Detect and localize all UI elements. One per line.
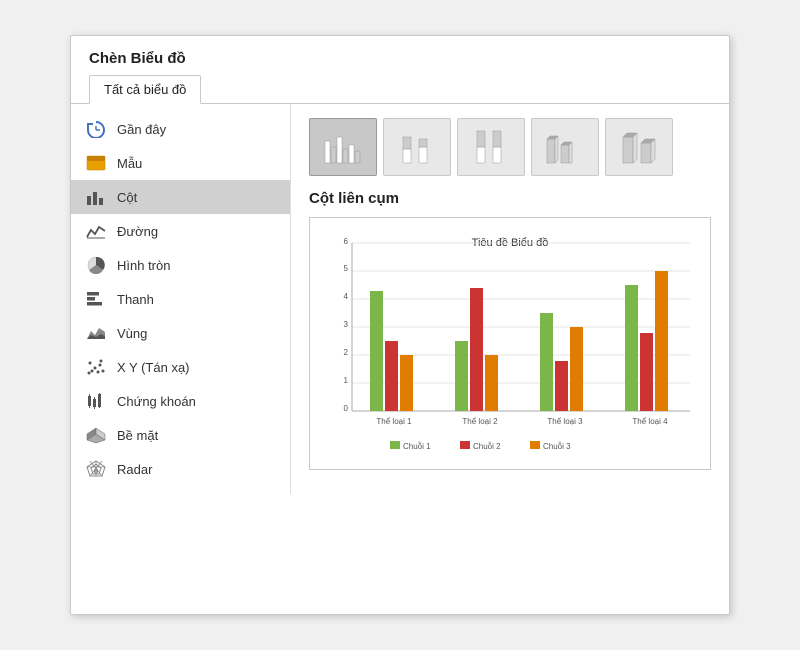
sidebar-item-radar[interactable]: Radar (71, 452, 290, 486)
sidebar-item-pie[interactable]: Hình tròn (71, 248, 290, 282)
svg-text:0: 0 (344, 404, 349, 413)
svg-text:Thể loại 1: Thể loại 1 (376, 417, 412, 426)
chart-preview: Tiêu đề Biểu đồ 0 1 2 3 4 5 6 (309, 217, 711, 470)
sidebar-item-line[interactable]: Đường (71, 214, 290, 248)
sidebar-label-stock: Chứng khoán (117, 394, 196, 409)
sidebar-label-recent: Gần đây (117, 122, 166, 137)
subtype-clustered-column[interactable] (309, 118, 377, 176)
svg-text:Thể loại 4: Thể loại 4 (632, 417, 668, 426)
area-icon (85, 323, 107, 343)
chart-type-sidebar: Gần đây Mẫu (71, 104, 291, 494)
subtype-3d-stacked-column[interactable] (605, 118, 673, 176)
bar (655, 271, 668, 411)
surface-icon (85, 425, 107, 445)
subtype-100-stacked-column[interactable] (457, 118, 525, 176)
bar (540, 313, 553, 411)
sidebar-label-line: Đường (117, 224, 158, 239)
sidebar-label-pie: Hình tròn (117, 258, 170, 273)
bar (400, 355, 413, 411)
chart-type-label: Cột liên cụm (309, 190, 711, 207)
svg-text:Thể loại 2: Thể loại 2 (462, 417, 498, 426)
svg-text:3: 3 (344, 320, 349, 329)
sidebar-item-recent[interactable]: Gần đây (71, 112, 290, 146)
svg-text:Thể loại 3: Thể loại 3 (547, 417, 583, 426)
bar (470, 288, 483, 411)
bar (370, 291, 383, 411)
tab-bar: Tất cả biểu đồ (71, 75, 729, 104)
svg-text:4: 4 (344, 292, 349, 301)
radar-icon (85, 459, 107, 479)
sidebar-item-scatter[interactable]: X Y (Tán xạ) (71, 350, 290, 384)
sidebar-item-surface[interactable]: Bề mặt (71, 418, 290, 452)
sidebar-label-column: Cột (117, 190, 137, 205)
svg-text:5: 5 (344, 264, 349, 273)
bar (640, 333, 653, 411)
scatter-icon (85, 357, 107, 377)
sidebar-item-stock[interactable]: Chứng khoán (71, 384, 290, 418)
template-icon (85, 153, 107, 173)
svg-text:Chuỗi 3: Chuỗi 3 (543, 442, 571, 451)
bar (570, 327, 583, 411)
dialog-body: Gần đây Mẫu (71, 104, 729, 494)
chart-svg: Tiêu đề Biểu đồ 0 1 2 3 4 5 6 (320, 226, 700, 456)
pie-icon (85, 255, 107, 275)
sidebar-item-template[interactable]: Mẫu (71, 146, 290, 180)
bar (555, 361, 568, 411)
tab-all-charts[interactable]: Tất cả biểu đồ (89, 75, 201, 104)
column-icon (85, 187, 107, 207)
svg-text:Chuỗi 2: Chuỗi 2 (473, 442, 501, 451)
svg-text:1: 1 (344, 376, 349, 385)
bar-icon (85, 289, 107, 309)
bar (485, 355, 498, 411)
bar (625, 285, 638, 411)
stock-icon (85, 391, 107, 411)
sidebar-item-area[interactable]: Vùng (71, 316, 290, 350)
insert-chart-dialog: Chèn Biểu đồ Tất cả biểu đồ Gần đây (70, 35, 730, 615)
sidebar-label-radar: Radar (117, 462, 152, 477)
sidebar-item-bar[interactable]: Thanh (71, 282, 290, 316)
sidebar-label-surface: Bề mặt (117, 428, 158, 443)
subtype-stacked-column[interactable] (383, 118, 451, 176)
chart-content-area: Cột liên cụm Tiêu đề Biểu đồ 0 1 2 3 4 5… (291, 104, 729, 494)
sidebar-label-area: Vùng (117, 326, 147, 341)
sidebar-item-column[interactable]: Cột (71, 180, 290, 214)
bar (385, 341, 398, 411)
recent-icon (85, 119, 107, 139)
bar (455, 341, 468, 411)
chart-subtype-row (309, 118, 711, 176)
dialog-title: Chèn Biểu đồ (71, 36, 729, 75)
svg-text:2: 2 (344, 348, 349, 357)
svg-text:Chuỗi 1: Chuỗi 1 (403, 442, 431, 451)
svg-text:6: 6 (344, 237, 349, 246)
sidebar-label-scatter: X Y (Tán xạ) (117, 360, 190, 375)
line-icon (85, 221, 107, 241)
sidebar-label-bar: Thanh (117, 292, 154, 307)
subtype-3d-clustered-column[interactable] (531, 118, 599, 176)
sidebar-label-template: Mẫu (117, 156, 142, 171)
